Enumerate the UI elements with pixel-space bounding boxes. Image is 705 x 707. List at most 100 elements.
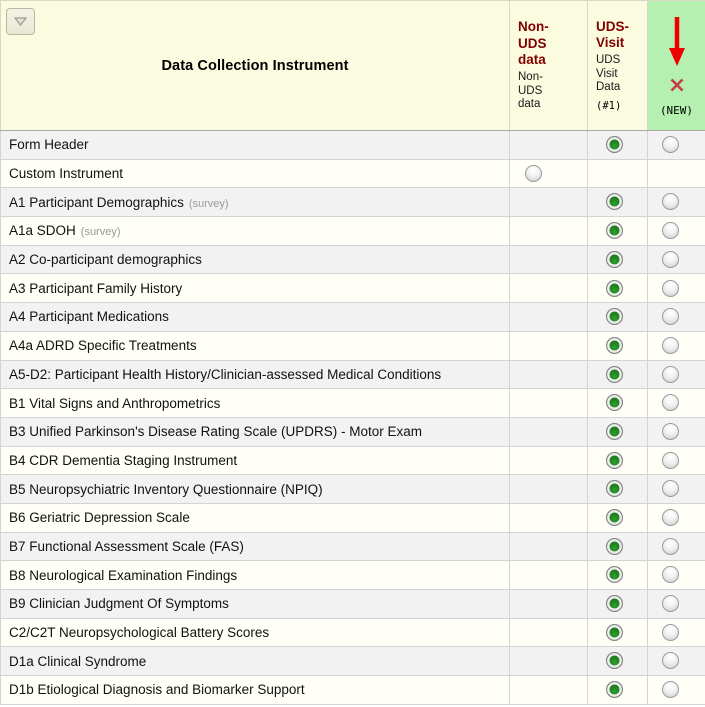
table-row: C2/C2T Neuropsychological Battery Scores <box>0 617 705 648</box>
uds-visit-radio[interactable] <box>606 336 623 354</box>
uds-visit-radio[interactable] <box>606 681 623 699</box>
uds-visit-cell <box>587 216 648 246</box>
table-row: A5-D2: Participant Health History/Clinic… <box>0 359 705 390</box>
new-event-radio[interactable] <box>662 136 679 154</box>
non-uds-cell <box>509 130 588 160</box>
uds-visit-radio[interactable] <box>606 193 623 211</box>
red-x-icon[interactable] <box>669 77 685 93</box>
new-event-radio[interactable] <box>662 537 679 555</box>
new-event-radio[interactable] <box>662 279 679 297</box>
table-row: B1 Vital Signs and Anthropometrics <box>0 388 705 418</box>
uds-visit-radio[interactable] <box>606 222 623 240</box>
table-row: B6 Geriatric Depression Scale <box>0 502 705 533</box>
uds-visit-cell <box>587 416 648 447</box>
non-uds-cell <box>509 560 588 590</box>
instrument-name-cell: Form Header <box>0 130 510 160</box>
new-event-cell <box>647 589 705 619</box>
collapse-table-button[interactable] <box>6 8 35 35</box>
new-event-cell <box>647 130 705 160</box>
table-row: Custom Instrument <box>0 158 705 189</box>
instrument-name-cell: D1a Clinical Syndrome <box>0 646 510 677</box>
new-event-radio[interactable] <box>662 222 679 240</box>
new-event-radio[interactable] <box>662 394 679 412</box>
uds-visit-cell <box>587 675 648 705</box>
uds-visit-radio[interactable] <box>606 308 623 326</box>
designate-instruments-table: Data Collection Instrument Non-UDS data … <box>0 0 705 705</box>
new-event-cell <box>647 646 705 677</box>
non-uds-cell <box>509 646 588 677</box>
uds-visit-radio[interactable] <box>606 451 623 469</box>
new-event-radio[interactable] <box>662 422 679 440</box>
uds-visit-radio[interactable] <box>606 365 623 383</box>
uds-visit-cell <box>587 359 648 390</box>
uds-visit-radio[interactable] <box>606 566 623 584</box>
chevron-down-icon <box>13 17 28 26</box>
new-event-radio[interactable] <box>662 681 679 699</box>
header-row: Data Collection Instrument Non-UDS data … <box>0 0 705 131</box>
uds-visit-radio[interactable] <box>606 623 623 641</box>
uds-visit-radio[interactable] <box>606 422 623 440</box>
instrument-name-cell: B5 Neuropsychiatric Inventory Questionna… <box>0 474 510 504</box>
uds-visit-radio[interactable] <box>606 652 623 670</box>
uds-visit-radio[interactable] <box>606 537 623 555</box>
table-row: A1 Participant Demographics (survey) <box>0 187 705 218</box>
uds-visit-cell <box>587 388 648 418</box>
non-uds-cell <box>509 617 588 648</box>
uds-visit-radio[interactable] <box>606 509 623 527</box>
uds-visit-cell <box>587 646 648 677</box>
new-event-radio[interactable] <box>662 623 679 641</box>
non-uds-cell <box>509 330 588 361</box>
non-uds-cell <box>509 158 588 189</box>
non-uds-cell <box>509 244 588 275</box>
non-uds-cell <box>509 531 588 562</box>
table-row: B5 Neuropsychiatric Inventory Questionna… <box>0 474 705 504</box>
non-uds-cell <box>509 302 588 332</box>
new-event-radio[interactable] <box>662 193 679 211</box>
new-event-cell <box>647 531 705 562</box>
uds-visit-cell <box>587 273 648 304</box>
table-row: B7 Functional Assessment Scale (FAS) <box>0 531 705 562</box>
non-uds-title: Non-UDS data <box>518 19 549 67</box>
uds-visit-cell <box>587 617 648 648</box>
table-row: A1a SDOH (survey) <box>0 216 705 246</box>
table-row: D1a Clinical Syndrome <box>0 646 705 677</box>
new-event-radio[interactable] <box>662 451 679 469</box>
new-event-radio[interactable] <box>662 480 679 498</box>
table-row: A4 Participant Medications <box>0 302 705 332</box>
column-header-non-uds: Non-UDS data Non-UDS data <box>509 0 588 131</box>
uds-visit-radio[interactable] <box>606 279 623 297</box>
uds-visit-radio[interactable] <box>606 394 623 412</box>
new-event-radio[interactable] <box>662 336 679 354</box>
uds-visit-subtitle: UDS Visit Data <box>596 54 621 94</box>
uds-visit-radio[interactable] <box>606 250 623 268</box>
instrument-name-cell: A4 Participant Medications <box>0 302 510 332</box>
instrument-label: A5-D2: Participant Health History/Clinic… <box>9 366 442 382</box>
instrument-name-cell: D1b Etiological Diagnosis and Biomarker … <box>0 675 510 705</box>
table-row: B9 Clinician Judgment Of Symptoms <box>0 589 705 619</box>
new-event-cell <box>647 675 705 705</box>
new-event-radio[interactable] <box>662 365 679 383</box>
uds-visit-radio[interactable] <box>606 595 623 613</box>
new-event-cell <box>647 502 705 533</box>
table-row: B3 Unified Parkinson's Disease Rating Sc… <box>0 416 705 447</box>
table-row: Form Header <box>0 130 705 160</box>
new-event-radio[interactable] <box>662 595 679 613</box>
uds-visit-radio[interactable] <box>606 480 623 498</box>
uds-visit-number: (#1) <box>596 100 622 113</box>
new-event-radio[interactable] <box>662 652 679 670</box>
instrument-label: A1 Participant Demographics <box>9 194 184 210</box>
new-event-radio[interactable] <box>662 308 679 326</box>
new-event-radio[interactable] <box>662 509 679 527</box>
non-uds-radio[interactable] <box>525 164 542 182</box>
non-uds-cell <box>509 388 588 418</box>
uds-visit-cell <box>587 502 648 533</box>
instrument-label: B9 Clinician Judgment Of Symptoms <box>9 596 229 612</box>
non-uds-cell <box>509 589 588 619</box>
instrument-name-cell: C2/C2T Neuropsychological Battery Scores <box>0 617 510 648</box>
new-event-radio[interactable] <box>662 566 679 584</box>
non-uds-cell <box>509 474 588 504</box>
uds-visit-radio[interactable] <box>606 136 623 154</box>
instrument-label: B1 Vital Signs and Anthropometrics <box>9 395 221 411</box>
new-event-cell <box>647 388 705 418</box>
new-event-radio[interactable] <box>662 250 679 268</box>
